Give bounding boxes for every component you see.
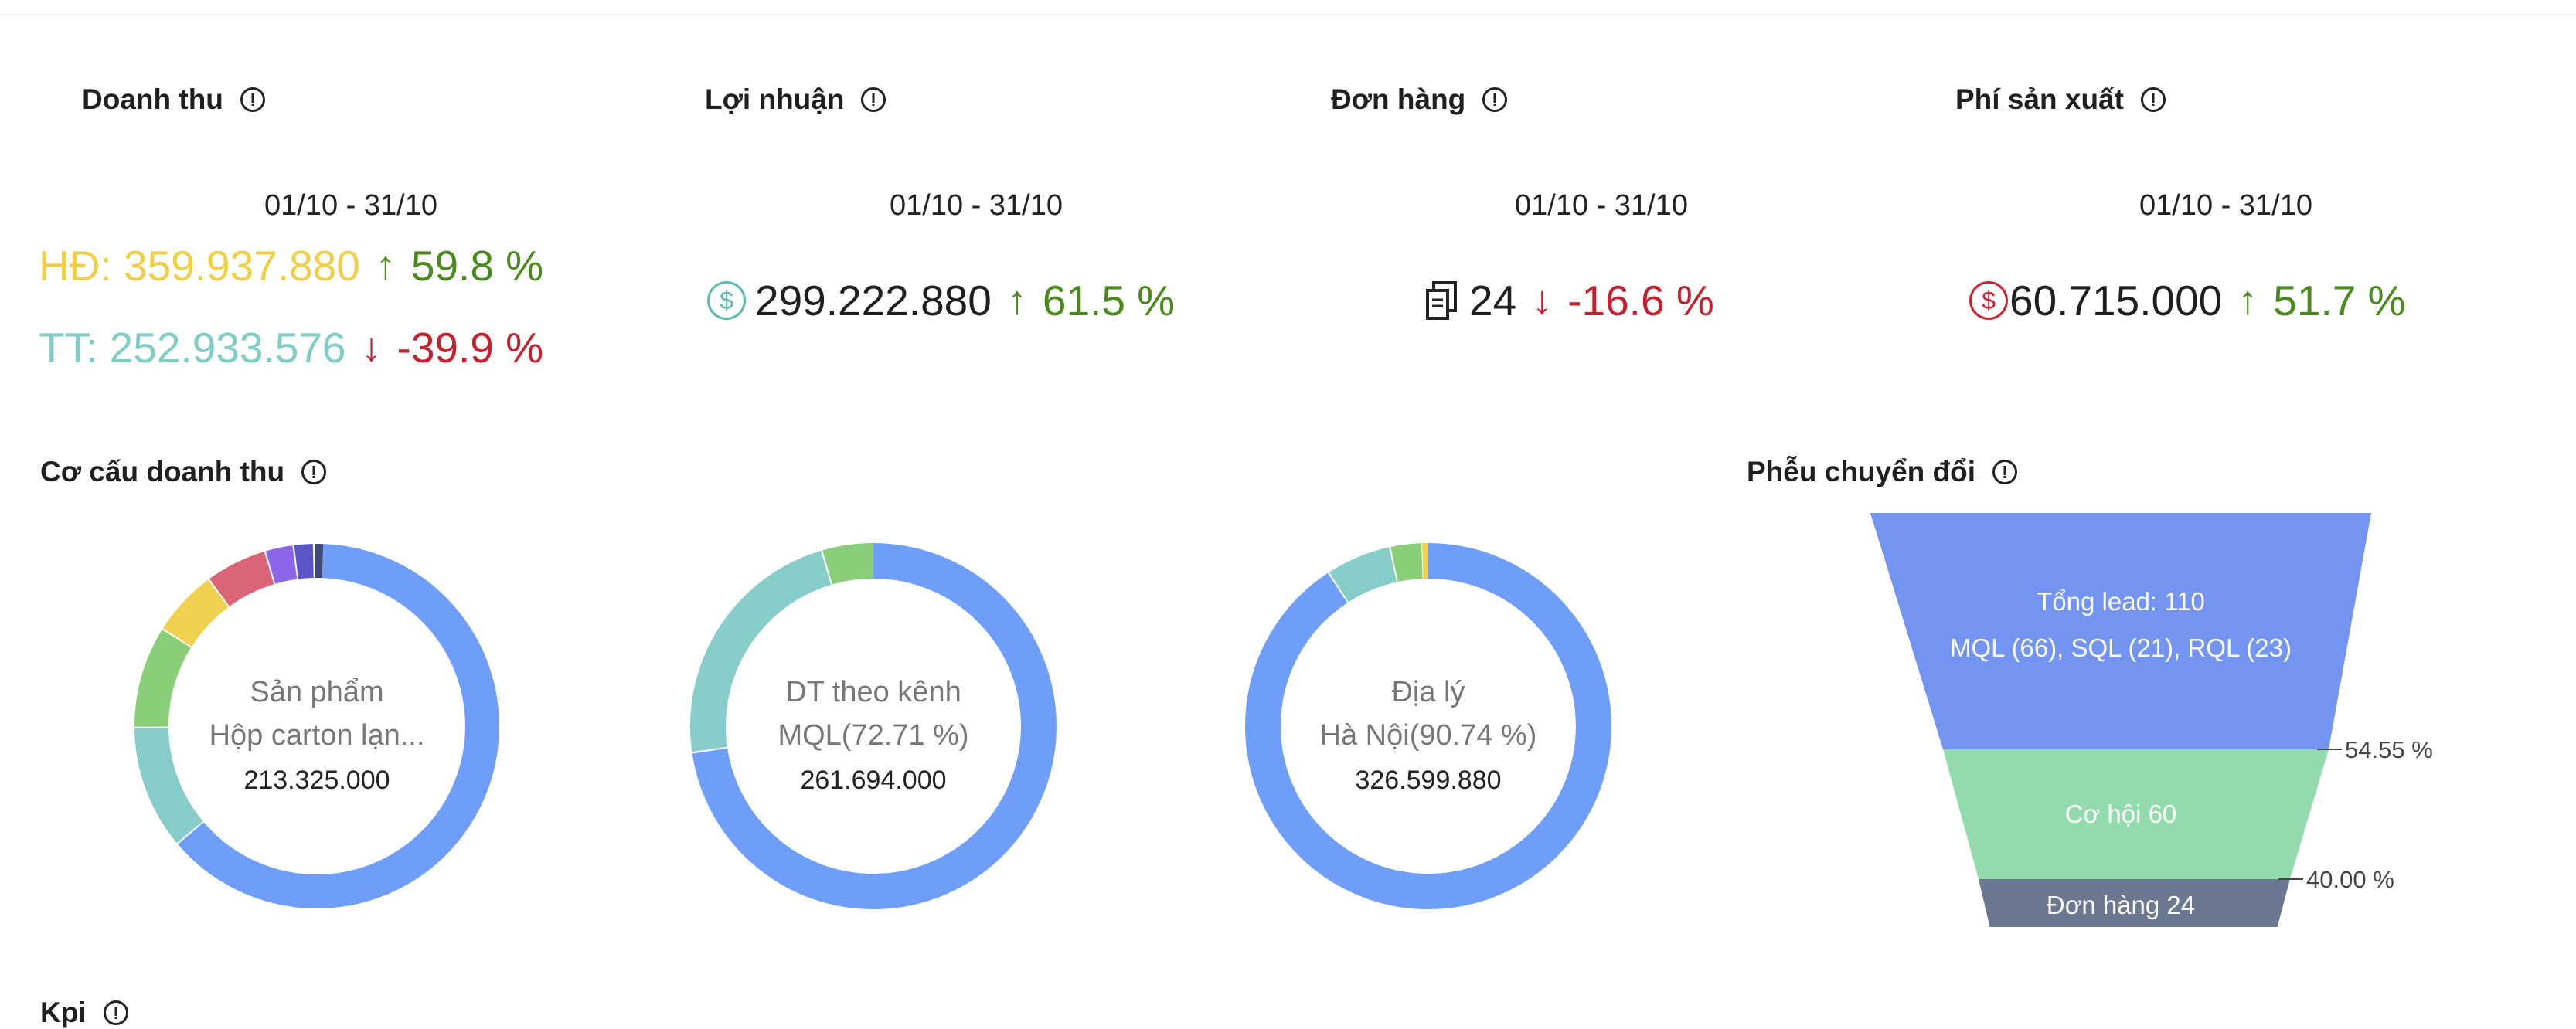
section-title-label: Kpi	[40, 997, 87, 1028]
arrow-down-icon: ↓	[1532, 278, 1553, 323]
info-icon[interactable]	[103, 1000, 128, 1025]
kpi-cost-value: 60.715.000	[2009, 277, 2223, 324]
kpi-tt-row: TT: 252.933.576 ↓ -39.9 %	[39, 323, 543, 372]
conversion-funnel[interactable]: Tổng lead: 110 MQL (66), SQL (21), RQL (…	[1747, 494, 2576, 927]
kpi-title-doanh-thu: Doanh thu	[82, 83, 265, 116]
funnel-mid-label: Cơ hội 60	[2065, 800, 2177, 828]
section-title-revenue-structure: Cơ cấu doanh thu	[40, 456, 327, 488]
section-title-funnel: Phễu chuyển đổi	[1747, 456, 2018, 488]
kpi-profit-row: $ 299.222.880 ↑ 61.5 %	[707, 276, 1175, 325]
kpi-orders-change: -16.6 %	[1567, 277, 1714, 324]
donut-center-value: 326.599.880	[1355, 766, 1502, 795]
kpi-tt-change: -39.9 %	[396, 324, 544, 372]
donut-center-value: 261.694.000	[800, 766, 947, 795]
donut-center-sub: MQL(72.71 %)	[778, 719, 969, 752]
kpi-hd-value: HĐ: 359.937.880	[39, 242, 360, 290]
info-icon[interactable]	[1482, 87, 1508, 112]
donut-center-label: Địa lý	[1391, 676, 1465, 708]
kpi-period: 01/10 - 31/10	[890, 189, 1063, 222]
donut-center-sub: Hà Nội(90.74 %)	[1319, 719, 1537, 752]
kpi-tt-value: TT: 252.933.576	[39, 324, 346, 372]
donut-center-label: DT theo kênh	[785, 676, 961, 708]
funnel-stage-leads[interactable]	[1870, 513, 2371, 749]
info-icon[interactable]	[301, 460, 327, 484]
kpi-title-label: Phí sản xuất	[1955, 83, 2124, 115]
kpi-hd-row: HĐ: 359.937.880 ↑ 59.8 %	[39, 241, 543, 290]
donut-product-center: Sản phẩm Hộp carton lạn... 213.325.000	[178, 671, 456, 803]
info-icon[interactable]	[861, 87, 886, 112]
funnel-pct2: 40.00 %	[2306, 866, 2394, 893]
info-icon[interactable]	[2140, 87, 2166, 112]
kpi-cost-change: 51.7 %	[2273, 277, 2406, 324]
kpi-period: 01/10 - 31/10	[264, 189, 437, 222]
donut-geography-center: Địa lý Hà Nội(90.74 %) 326.599.880	[1289, 671, 1567, 803]
section-title-label: Phễu chuyển đổi	[1747, 456, 1976, 487]
kpi-profit-change: 61.5 %	[1042, 277, 1176, 324]
donut-center-sub: Hộp carton lạn...	[209, 719, 425, 752]
section-title-kpi: Kpi	[40, 997, 128, 1029]
funnel-bottom-label: Đơn hàng 24	[2047, 891, 2195, 919]
arrow-down-icon: ↓	[361, 325, 382, 370]
arrow-up-icon: ↑	[375, 243, 396, 288]
info-icon[interactable]	[1992, 460, 2018, 484]
section-title-label: Cơ cấu doanh thu	[40, 456, 285, 487]
funnel-top-line2: MQL (66), SQL (21), RQL (23)	[1950, 633, 2292, 662]
kpi-title-phi-san-xuat: Phí sản xuất	[1955, 83, 2166, 116]
kpi-hd-change: 59.8 %	[410, 242, 544, 290]
funnel-pct1: 54.55 %	[2345, 736, 2433, 763]
funnel-top-line1: Tổng lead: 110	[2037, 587, 2205, 616]
info-icon[interactable]	[240, 87, 265, 112]
kpi-cost-row: $ 60.715.000 ↑ 51.7 %	[1969, 276, 2406, 325]
kpi-period: 01/10 - 31/10	[1515, 189, 1688, 222]
kpi-period: 01/10 - 31/10	[2139, 189, 2312, 222]
donut-center-value: 213.325.000	[243, 766, 390, 795]
kpi-orders-value: 24	[1469, 277, 1517, 324]
arrow-up-icon: ↑	[1006, 278, 1027, 323]
kpi-title-label: Lợi nhuận	[705, 83, 845, 115]
donut-channel-center: DT theo kênh MQL(72.71 %) 261.694.000	[734, 671, 1012, 803]
arrow-up-icon: ↑	[2237, 278, 2258, 323]
document-copy-icon	[1424, 280, 1458, 321]
dollar-circle-icon: $	[707, 281, 746, 320]
kpi-title-label: Đơn hàng	[1331, 83, 1466, 115]
donut-center-label: Sản phẩm	[250, 676, 384, 708]
top-divider	[0, 14, 2576, 15]
kpi-title-don-hang: Đơn hàng	[1331, 83, 1508, 116]
kpi-orders-row: 24 ↓ -16.6 %	[1424, 276, 1714, 325]
dollar-circle-icon: $	[1969, 281, 2008, 320]
kpi-profit-value: 299.222.880	[755, 277, 992, 324]
kpi-title-loi-nhuan: Lợi nhuận	[705, 83, 886, 116]
kpi-title-label: Doanh thu	[82, 83, 223, 115]
